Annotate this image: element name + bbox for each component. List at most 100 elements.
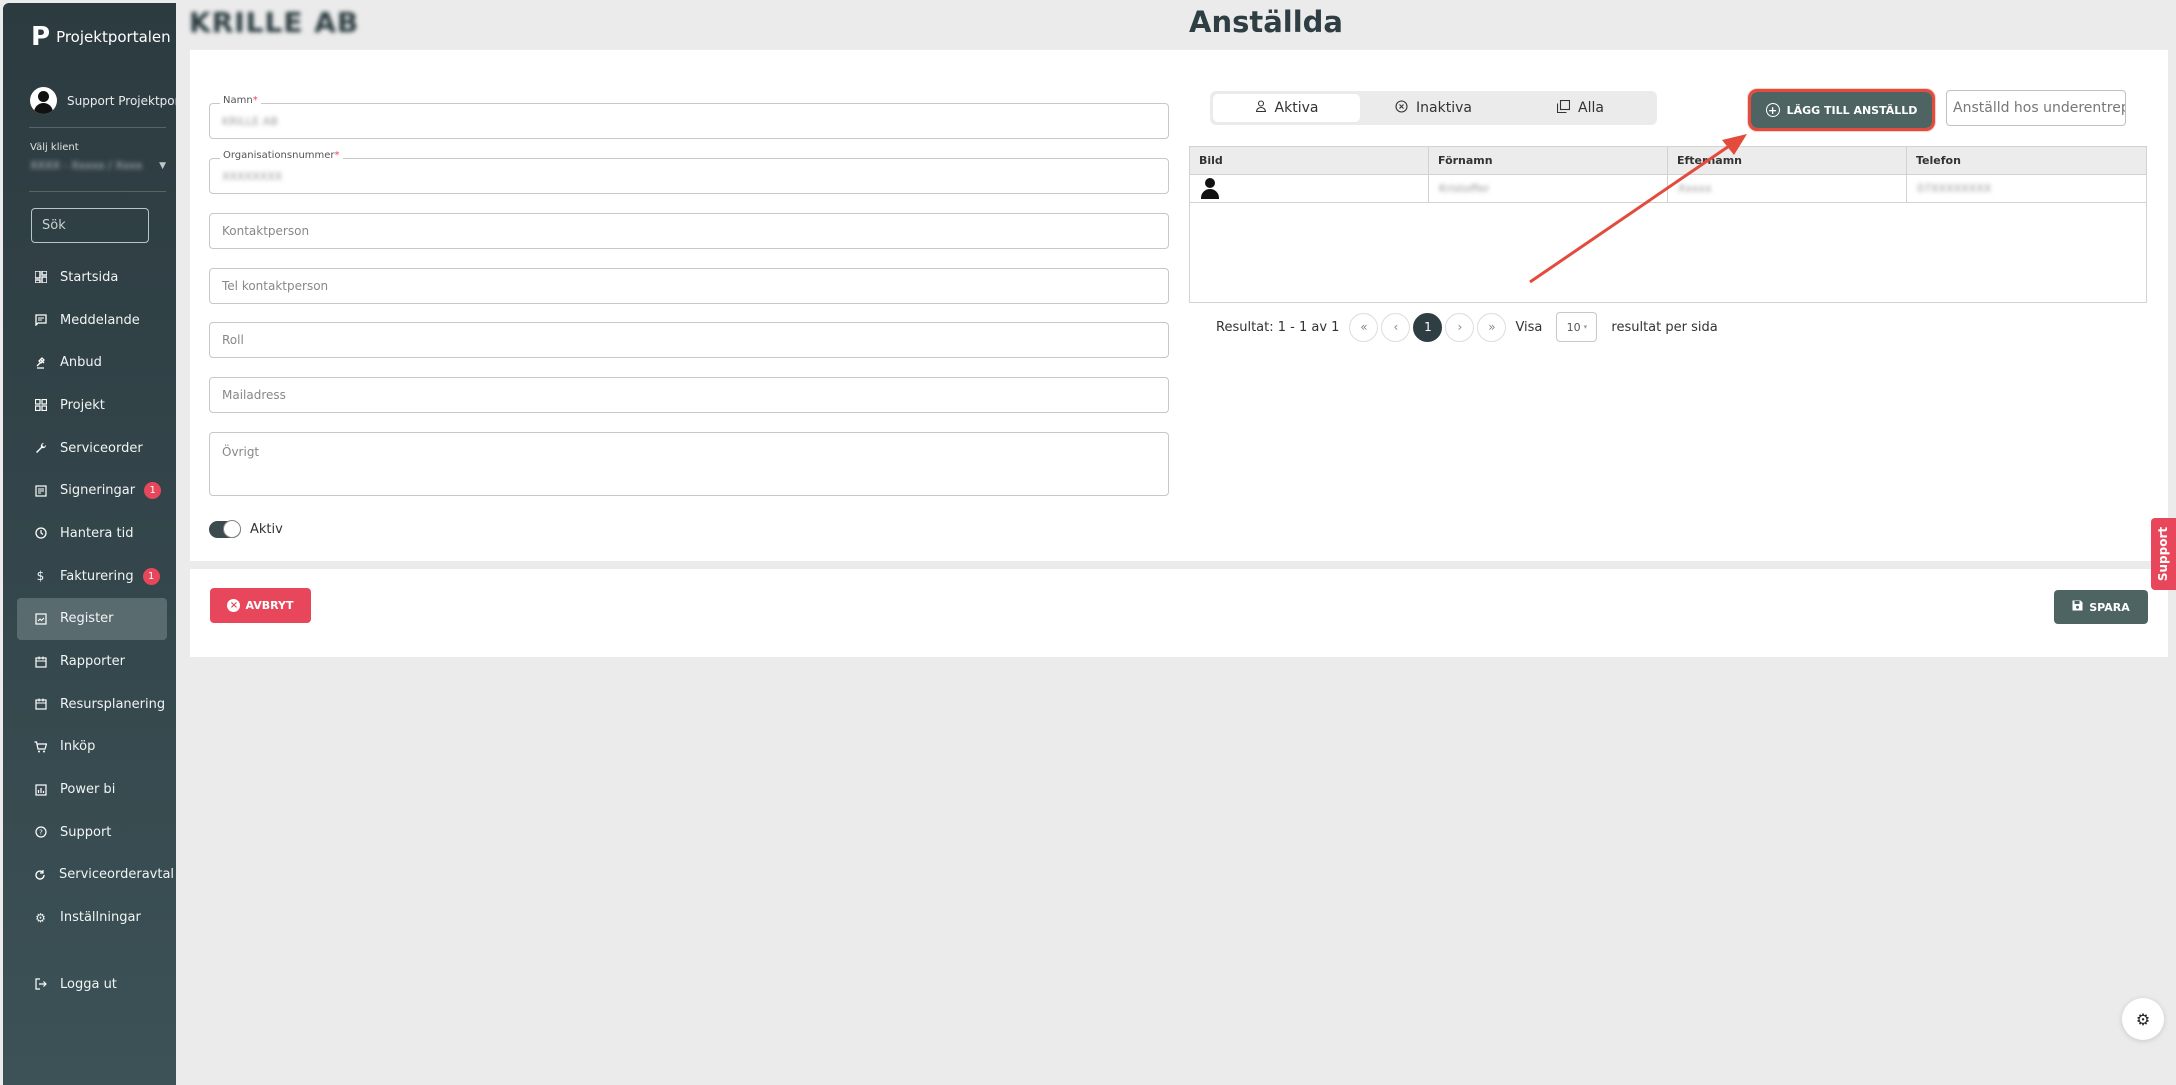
sidebar-item-power-bi[interactable]: Power bi: [17, 768, 167, 811]
contact-phone-placeholder: Tel kontaktperson: [222, 279, 329, 293]
calendar-icon: [34, 698, 47, 711]
notification-badge: 1: [144, 482, 162, 500]
dollar-icon: $: [36, 569, 45, 584]
settings-fab[interactable]: ⚙: [2122, 998, 2164, 1040]
company-name: KRILLE AB: [189, 6, 360, 39]
sidebar-item-meddelande[interactable]: Meddelande: [17, 299, 167, 342]
sidebar-item-anbud[interactable]: Anbud: [17, 341, 167, 384]
sidebar-item-installningar[interactable]: ⚙ Inställningar: [17, 896, 167, 939]
sidebar-item-label: Rapporter: [60, 654, 125, 670]
per-page-select[interactable]: 10 ▾: [1556, 312, 1598, 342]
sidebar-search-input[interactable]: Sök: [31, 208, 149, 243]
brand-logo[interactable]: P Projektportalen: [31, 22, 171, 52]
tab-aktiva[interactable]: Aktiva: [1213, 94, 1360, 122]
tab-alla[interactable]: Alla: [1507, 94, 1654, 122]
sidebar-item-label: Power bi: [60, 782, 116, 798]
prev-page-button[interactable]: ‹: [1381, 312, 1411, 342]
cancel-button[interactable]: × AVBRYT: [210, 588, 311, 623]
support-tab-label: Support: [2156, 526, 2171, 582]
column-header-fornamn[interactable]: Förnamn: [1429, 147, 1668, 174]
subcontractor-employee-input[interactable]: Anställd hos underentreprenör: [1946, 90, 2126, 126]
column-header-telefon[interactable]: Telefon: [1907, 147, 2146, 174]
divider: [29, 127, 166, 128]
sidebar-item-label: Startsida: [60, 269, 119, 285]
pagination: Resultat: 1 - 1 av 1 « ‹ 1 › » Visa 10 ▾…: [1216, 312, 1718, 342]
user-profile[interactable]: Support Projektportalen: [30, 87, 176, 114]
result-count: Resultat: 1 - 1 av 1: [1216, 319, 1340, 335]
role-field[interactable]: Roll: [209, 322, 1169, 358]
tab-inaktiva[interactable]: Inaktiva: [1360, 94, 1507, 122]
logout-button[interactable]: Logga ut: [17, 963, 167, 1006]
per-page-value: 10: [1566, 320, 1581, 334]
cycle-icon: [34, 868, 46, 881]
name-field[interactable]: Namn* KRILLE AB: [209, 95, 1169, 139]
name-label: Namn*: [220, 95, 261, 106]
cell-phone: 07XXXXXXXX: [1917, 182, 1992, 195]
client-select[interactable]: XXXX - Xxxxx / Xxxx ▼: [30, 159, 166, 172]
column-header-bild[interactable]: Bild: [1190, 147, 1429, 174]
client-value: XXXX - Xxxxx / Xxxx: [30, 159, 143, 172]
contact-phone-field[interactable]: Tel kontaktperson: [209, 268, 1169, 304]
signature-icon: [34, 484, 47, 497]
cell-last-name: Xxxxx: [1668, 175, 1907, 202]
help-icon: ?: [34, 826, 47, 839]
sidebar-item-serviceorder[interactable]: Serviceorder: [17, 427, 167, 470]
table-row[interactable]: Kristoffer Xxxxx 07XXXXXXXX: [1190, 175, 2146, 203]
gavel-icon: [34, 356, 47, 369]
sidebar-item-signeringar[interactable]: Signeringar 1: [17, 469, 167, 512]
save-button[interactable]: SPARA: [2054, 590, 2148, 624]
sidebar-item-label: Serviceorderavtal: [59, 867, 175, 883]
wrench-icon: [34, 442, 47, 455]
sidebar-item-serviceorderavtal[interactable]: Serviceorderavtal: [17, 854, 174, 897]
other-placeholder: Övrigt: [222, 445, 260, 459]
sidebar-item-fakturering[interactable]: $ Fakturering 1: [17, 555, 167, 598]
sidebar-item-label: Anbud: [60, 355, 102, 371]
sidebar-item-hantera-tid[interactable]: Hantera tid: [17, 512, 167, 555]
sidebar-item-label: Signeringar: [60, 483, 136, 499]
sidebar-item-label: Register: [60, 611, 114, 627]
sidebar-item-resursplanering[interactable]: Resursplanering: [17, 683, 167, 726]
logo-icon: P: [31, 22, 51, 52]
add-employee-label: LÄGG TILL ANSTÄLLD: [1786, 103, 1918, 117]
role-placeholder: Roll: [222, 333, 244, 347]
person-outline-icon: [1255, 100, 1267, 116]
column-header-efternamn[interactable]: Efternamn: [1668, 147, 1907, 174]
sidebar-item-startsida[interactable]: Startsida: [17, 256, 167, 299]
gear-icon: ⚙: [35, 910, 46, 925]
sidebar-item-inkop[interactable]: Inköp: [17, 726, 167, 769]
dashboard-icon: [34, 271, 47, 284]
support-tab[interactable]: Support: [2151, 518, 2176, 590]
caret-icon: ▾: [1583, 323, 1588, 331]
org-number-field[interactable]: Organisationsnummer* XXXXXXXX: [209, 150, 1169, 194]
notification-badge: 1: [142, 567, 160, 585]
page-1-button[interactable]: 1: [1413, 312, 1443, 342]
table-header: Bild Förnamn Efternamn Telefon: [1190, 147, 2146, 175]
sidebar-item-support[interactable]: ? Support: [17, 811, 167, 854]
name-value: KRILLE AB: [222, 114, 278, 128]
message-icon: [34, 314, 47, 327]
add-employee-button[interactable]: + LÄGG TILL ANSTÄLLD: [1748, 89, 1935, 131]
sidebar-item-projekt[interactable]: Projekt: [17, 384, 167, 427]
email-field[interactable]: Mailadress: [209, 377, 1169, 413]
active-toggle[interactable]: [209, 520, 241, 538]
tab-label: Alla: [1578, 100, 1604, 116]
last-page-button[interactable]: »: [1477, 312, 1507, 342]
active-label: Aktiv: [250, 522, 283, 537]
plus-circle-icon: +: [1765, 103, 1780, 117]
close-circle-icon: ×: [227, 599, 241, 612]
copy-icon: [1556, 99, 1571, 117]
register-icon: [34, 612, 47, 625]
clock-icon: [34, 527, 47, 540]
contact-person-field[interactable]: Kontaktperson: [209, 213, 1169, 249]
sidebar-item-register[interactable]: Register: [17, 597, 167, 641]
other-textarea[interactable]: Övrigt: [209, 432, 1169, 496]
logout-label: Logga ut: [60, 976, 117, 992]
next-page-button[interactable]: ›: [1445, 312, 1475, 342]
sidebar-item-label: Fakturering: [60, 568, 134, 584]
save-label: SPARA: [2089, 600, 2130, 614]
first-page-button[interactable]: «: [1349, 312, 1379, 342]
sidebar-item-rapporter[interactable]: Rapporter: [17, 640, 167, 683]
sidebar-item-label: Meddelande: [60, 312, 140, 328]
grid-icon: [34, 399, 47, 412]
show-label: Visa: [1515, 319, 1543, 335]
